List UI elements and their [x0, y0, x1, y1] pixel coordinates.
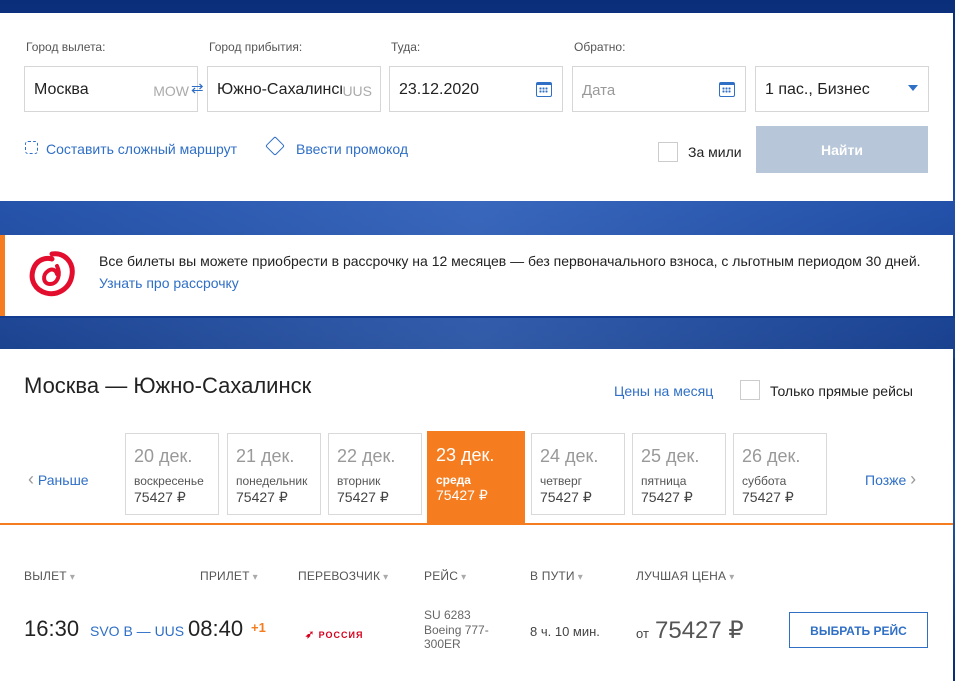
flight-duration: 8 ч. 10 мин.	[530, 624, 600, 639]
aircraft-type: Boeing 777-300ER	[424, 623, 489, 651]
background-streak	[0, 200, 955, 240]
date-tab-date: 20 дек.	[134, 446, 193, 466]
from-label: Город вылета:	[26, 40, 106, 54]
route-icon	[25, 141, 38, 154]
chevron-right-icon: ›	[910, 469, 917, 489]
later-label: Позже	[865, 472, 907, 488]
later-button[interactable]: Позже ›	[865, 469, 916, 490]
carrier-name: РОССИЯ	[318, 630, 364, 640]
date-tab[interactable]: 26 дек. суббота 75427 ₽	[733, 433, 827, 515]
to-value: Южно-Сахалинск	[217, 81, 342, 98]
chevron-down-icon	[908, 85, 918, 91]
from-field[interactable]: Москва MOW	[24, 66, 198, 112]
date-tab[interactable]: 21 дек. понедельник 75427 ₽	[227, 433, 321, 515]
price-prefix: от	[636, 626, 649, 641]
route-airports[interactable]: SVO B — UUS	[90, 623, 184, 639]
date-tab[interactable]: 25 дек. пятница 75427 ₽	[632, 433, 726, 515]
date-tab-price: 75427 ₽	[641, 489, 693, 505]
depart-date-value: 23.12.2020	[399, 81, 480, 98]
date-tab-date: 23 дек.	[436, 445, 495, 465]
date-tab-selected[interactable]: 23 дек. среда 75427 ₽	[427, 431, 525, 524]
tag-icon	[265, 136, 285, 156]
miles-label: За мили	[688, 144, 742, 160]
to-label: Город прибытия:	[209, 40, 303, 54]
date-tab-price: 75427 ₽	[436, 487, 488, 503]
carrier-logo: ➶ РОССИЯ	[305, 625, 364, 643]
return-date-placeholder: Дата	[582, 82, 616, 99]
date-tab-price: 75427 ₽	[236, 489, 288, 505]
date-tab-weekday: вторник	[337, 474, 381, 488]
return-date-field[interactable]: Дата	[572, 66, 746, 112]
complex-route-link[interactable]: Составить сложный маршрут	[46, 141, 237, 157]
flight-price: 75427 ₽	[655, 617, 744, 644]
installment-text: Все билеты вы можете приобрести в рассро…	[99, 253, 921, 269]
calendar-icon[interactable]	[719, 82, 735, 97]
route-title: Москва — Южно-Сахалинск	[24, 373, 312, 398]
earlier-label: Раньше	[37, 472, 89, 488]
date-strip-divider	[0, 523, 953, 525]
day-offset-badge: +1	[251, 620, 266, 635]
date-tab-date: 25 дек.	[641, 446, 700, 466]
calendar-icon[interactable]	[536, 82, 552, 97]
search-panel: Город вылета: Город прибытия: Туда: Обра…	[0, 13, 953, 201]
results-panel: Москва — Южно-Сахалинск Цены на месяц То…	[0, 349, 953, 681]
month-prices-link[interactable]: Цены на месяц	[614, 383, 713, 399]
passengers-value: 1 пас., Бизнес	[765, 81, 870, 98]
chevron-left-icon: ‹	[28, 469, 34, 489]
promo-code-link[interactable]: Ввести промокод	[296, 141, 408, 157]
select-flight-button[interactable]: ВЫБРАТЬ РЕЙС	[789, 612, 928, 648]
date-tab-weekday: воскресенье	[134, 474, 204, 488]
sort-flight[interactable]: РЕЙС	[424, 569, 466, 583]
date-tab-price: 75427 ₽	[540, 489, 592, 505]
return-label: Обратно:	[574, 40, 626, 54]
date-tab[interactable]: 22 дек. вторник 75427 ₽	[328, 433, 422, 515]
date-tab-date: 26 дек.	[742, 446, 801, 466]
swap-icon[interactable]: ⇄	[191, 79, 204, 97]
date-tab-price: 75427 ₽	[337, 489, 389, 505]
departure-time: 16:30	[24, 616, 80, 641]
flight-number[interactable]: SU 6283	[424, 608, 471, 622]
date-tab-date: 21 дек.	[236, 446, 295, 466]
date-tab-weekday: суббота	[742, 474, 787, 488]
date-tab[interactable]: 24 дек. четверг 75427 ₽	[531, 433, 625, 515]
date-tab-price: 75427 ₽	[742, 489, 794, 505]
installment-link[interactable]: Узнать про рассрочку	[99, 275, 239, 291]
sort-arrival[interactable]: ПРИЛЕТ	[200, 569, 258, 583]
to-code: UUS	[342, 83, 372, 99]
carrier-flag-icon: ➶	[305, 629, 315, 641]
depart-label: Туда:	[391, 40, 421, 54]
earlier-button[interactable]: ‹ Раньше	[28, 469, 89, 490]
from-code: MOW	[153, 83, 189, 99]
date-tab-weekday: пятница	[641, 474, 687, 488]
date-tab-weekday: среда	[436, 473, 471, 487]
to-field[interactable]: Южно-Сахалинск UUS	[207, 66, 381, 112]
from-value: Москва	[34, 81, 89, 98]
date-tab-date: 24 дек.	[540, 446, 599, 466]
depart-date-field[interactable]: 23.12.2020	[389, 66, 563, 112]
date-tab-price: 75427 ₽	[134, 489, 186, 505]
direct-only-checkbox[interactable]	[740, 380, 760, 400]
installment-logo-icon	[29, 251, 75, 297]
direct-only-label: Только прямые рейсы	[770, 383, 913, 399]
sort-carrier[interactable]: ПЕРЕВОЗЧИК	[298, 569, 388, 583]
find-button[interactable]: Найти	[756, 126, 928, 173]
arrival-time: 08:40	[188, 616, 244, 641]
date-tab-date: 22 дек.	[337, 446, 396, 466]
sort-departure[interactable]: ВЫЛЕТ	[24, 569, 75, 583]
date-tab-weekday: понедельник	[236, 474, 308, 488]
passengers-select[interactable]: 1 пас., Бизнес	[755, 66, 929, 112]
miles-checkbox[interactable]	[658, 142, 678, 162]
sort-best-price[interactable]: ЛУЧШАЯ ЦЕНА	[636, 569, 734, 583]
installment-banner: Все билеты вы можете приобрести в рассро…	[0, 235, 953, 316]
date-tab[interactable]: 20 дек. воскресенье 75427 ₽	[125, 433, 219, 515]
sort-duration[interactable]: В ПУТИ	[530, 569, 583, 583]
date-tab-weekday: четверг	[540, 474, 582, 488]
